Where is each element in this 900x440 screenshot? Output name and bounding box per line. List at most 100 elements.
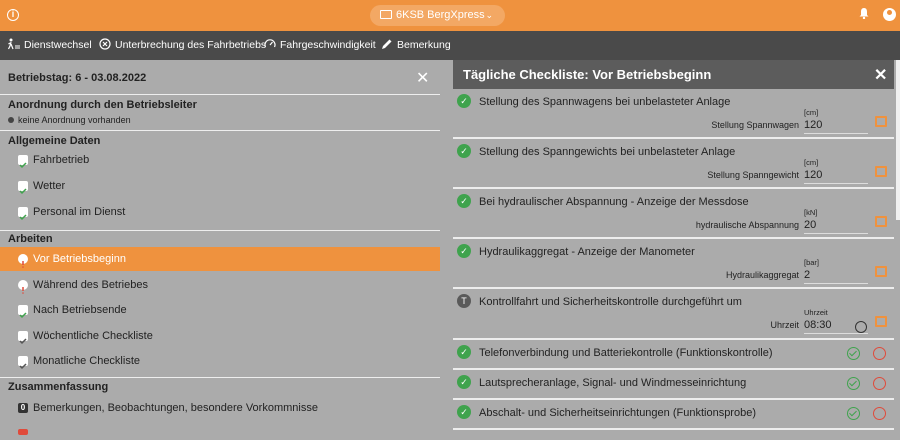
arbeiten-heading: Arbeiten — [8, 233, 53, 245]
toolbar-label: Bemerkung — [397, 39, 451, 51]
check-icon — [18, 356, 28, 370]
anordnung-status: keine Anordnung vorhanden — [8, 115, 131, 125]
checklist-item: ✓ Hydraulikaggregat - Anzeige der Manome… — [453, 239, 894, 289]
checklist-item-title: Hydraulikaggregat - Anzeige der Manomete… — [479, 246, 695, 258]
toolbar-label: Dienstwechsel — [24, 39, 92, 51]
check-icon — [18, 155, 28, 169]
checklist-item-title: Kontrollfahrt und Sicherheitskontrolle d… — [479, 296, 742, 308]
close-icon[interactable]: ✕ — [416, 68, 429, 88]
nav-item-label: Vor Betriebsbeginn — [33, 253, 126, 265]
anordnung-status-text: keine Anordnung vorhanden — [18, 115, 131, 125]
nav-item-label: Wetter — [33, 180, 66, 192]
not-ok-button[interactable] — [873, 377, 886, 390]
nav-item-fahrbetrieb[interactable]: Fahrbetrieb — [0, 148, 440, 172]
save-icon[interactable] — [875, 266, 887, 277]
count-badge: 0 — [18, 403, 28, 413]
checklist-header: Tägliche Checkliste: Vor Betriebsbeginn … — [453, 60, 894, 89]
checklist-item: ✓ Stellung des Spannwagens bei unbelaste… — [453, 89, 894, 139]
toolbar-fahrgeschwindigkeit-button[interactable]: Fahrgeschwindigkeit — [264, 31, 376, 60]
checklist-panel: Tägliche Checkliste: Vor Betriebsbeginn … — [453, 60, 894, 433]
unit-label: Uhrzeit — [804, 308, 828, 317]
warning-icon — [18, 254, 28, 268]
project-selector[interactable]: 6KSB BergXpress ⌄ — [370, 5, 505, 26]
checklist-item-title: Lautsprecheranlage, Signal- und Windmess… — [479, 377, 747, 389]
spannwagen-input[interactable]: 120 — [804, 119, 868, 134]
ok-button[interactable] — [847, 377, 860, 390]
check-icon — [18, 305, 28, 319]
info-icon[interactable]: i — [7, 9, 19, 21]
checklist-item: T Kontrollfahrt und Sicherheitskontrolle… — [453, 289, 894, 340]
ok-button[interactable] — [847, 347, 860, 360]
toolbar-bemerkung-button[interactable]: Bemerkung — [381, 31, 451, 60]
checklist-item-title: Telefonverbindung und Batteriekontrolle … — [479, 347, 773, 359]
clock-icon[interactable] — [855, 321, 867, 333]
field-label: Uhrzeit — [770, 320, 799, 330]
checklist-item: ✓ Lautsprecheranlage, Signal- und Windme… — [453, 370, 894, 400]
anordnung-heading: Anordnung durch den Betriebsleiter — [8, 99, 197, 111]
checklist-item-title: Stellung des Spanngewichts bei unbelaste… — [479, 146, 736, 158]
divider — [0, 230, 440, 231]
nav-item-label: Nach Betriebsende — [33, 304, 127, 316]
check-icon: ✓ — [457, 375, 471, 389]
cancel-circle-icon — [99, 38, 111, 50]
toolbar: Dienstwechsel Unterbrechung des Fahrbetr… — [0, 31, 900, 60]
unit-label: [bar] — [804, 258, 820, 267]
nav-item-label: Bemerkungen, Beobachtungen, besondere Vo… — [33, 402, 318, 414]
field-label: hydraulische Abspannung — [695, 220, 799, 230]
checklist-title: Tägliche Checkliste: Vor Betriebsbeginn — [463, 67, 712, 82]
ok-button[interactable] — [847, 407, 860, 420]
save-icon[interactable] — [875, 216, 887, 227]
left-panel-header: Betriebstag: 6 - 03.08.2022 ✕ — [0, 60, 440, 95]
unit-label: [cm] — [804, 108, 819, 117]
nav-item-personal[interactable]: Personal im Dienst — [0, 200, 440, 224]
nav-item-wetter[interactable]: Wetter — [0, 174, 440, 198]
nav-item-bemerkungen[interactable]: 0 Bemerkungen, Beobachtungen, besondere … — [0, 396, 440, 420]
checklist-item: ✓ Telefonverbindung und Batteriekontroll… — [453, 340, 894, 370]
not-ok-button[interactable] — [873, 347, 886, 360]
user-avatar-icon[interactable] — [883, 8, 896, 21]
nav-item-label: Während des Betriebes — [33, 279, 148, 291]
nav-item-monatliche-checkliste[interactable]: Monatliche Checkliste — [0, 349, 440, 373]
bell-icon[interactable] — [858, 7, 870, 19]
field-label: Stellung Spannwagen — [711, 120, 799, 130]
not-ok-button[interactable] — [873, 407, 886, 420]
check-icon: ✓ — [457, 405, 471, 419]
unit-label: [kN] — [804, 208, 818, 217]
nav-item-waehrend-betriebes[interactable]: Während des Betriebes — [0, 273, 440, 297]
checklist-item-title: Stellung des Spannwagens bei unbelastete… — [479, 96, 731, 108]
hydraulikaggregat-input[interactable]: 2 — [804, 269, 868, 284]
field-label: Hydraulikaggregat — [725, 270, 799, 280]
zusammenfassung-heading: Zusammenfassung — [8, 381, 109, 393]
scrollbar[interactable] — [896, 60, 900, 220]
toolbar-unterbrechung-button[interactable]: Unterbrechung des Fahrbetriebs — [99, 31, 266, 60]
speedometer-icon — [264, 39, 276, 48]
project-name: 6KSB BergXpress — [396, 9, 485, 21]
unit-label: [cm] — [804, 158, 819, 167]
nav-item-nach-betriebsende[interactable]: Nach Betriebsende — [0, 298, 440, 322]
check-icon: ✓ — [457, 244, 471, 258]
text-type-icon: T — [457, 294, 471, 308]
check-icon — [18, 207, 28, 221]
nav-item-label: Wöchentliche Checkliste — [33, 330, 153, 342]
book-icon — [380, 10, 392, 19]
checklist-item: ✓ Bei hydraulischer Abspannung - Anzeige… — [453, 189, 894, 239]
toolbar-label: Fahrgeschwindigkeit — [280, 39, 376, 51]
check-icon — [18, 331, 28, 345]
checklist-item-title: Bei hydraulischer Abspannung - Anzeige d… — [479, 196, 749, 208]
nav-item-woechentliche-checkliste[interactable]: Wöchentliche Checkliste — [0, 324, 440, 348]
hydraulische-abspannung-input[interactable]: 20 — [804, 219, 868, 234]
save-icon[interactable] — [875, 166, 887, 177]
checklist-item: ✓ Stellung des Spanngewichts bei unbelas… — [453, 139, 894, 189]
field-label: Stellung Spanngewicht — [707, 170, 799, 180]
check-icon — [18, 181, 28, 195]
pencil-icon — [382, 39, 392, 49]
nav-item-label: Monatliche Checkliste — [33, 355, 140, 367]
save-icon[interactable] — [875, 316, 887, 327]
close-icon[interactable]: ✕ — [874, 65, 887, 85]
top-bar: i 6KSB BergXpress ⌄ — [0, 0, 900, 31]
spanngewicht-input[interactable]: 120 — [804, 169, 868, 184]
left-panel: Betriebstag: 6 - 03.08.2022 ✕ Anordnung … — [0, 60, 440, 440]
toolbar-dienstwechsel-button[interactable]: Dienstwechsel — [8, 31, 92, 60]
nav-item-vor-betriebsbeginn[interactable]: Vor Betriebsbeginn — [0, 247, 440, 271]
save-icon[interactable] — [875, 116, 887, 127]
